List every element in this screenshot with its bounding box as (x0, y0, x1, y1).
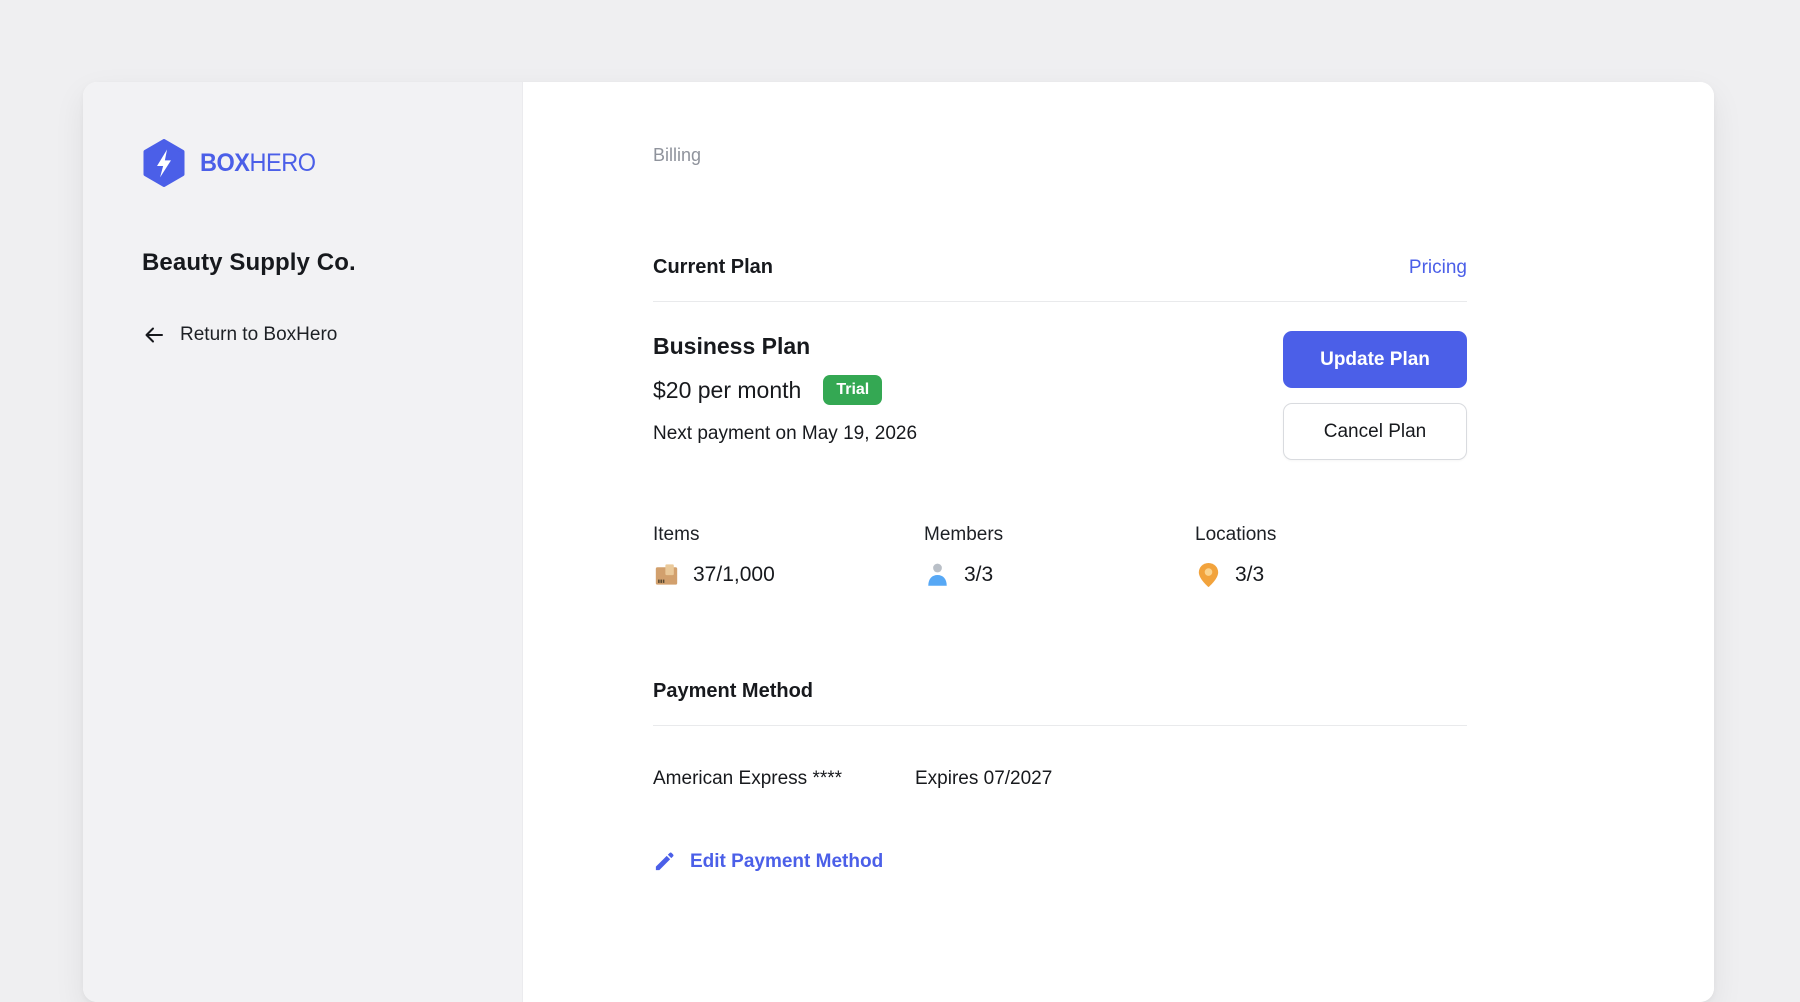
member-icon (924, 561, 951, 588)
location-pin-icon (1195, 561, 1222, 588)
update-plan-button[interactable]: Update Plan (1283, 331, 1467, 388)
current-plan-header: Current Plan Pricing (653, 256, 1467, 302)
main-panel: Billing Current Plan Pricing Business Pl… (523, 82, 1714, 1002)
plan-name: Business Plan (653, 331, 917, 361)
card-name: American Express **** (653, 768, 915, 790)
page-title: Billing (653, 145, 1467, 166)
arrow-left-icon (142, 323, 166, 347)
current-plan-title: Current Plan (653, 256, 773, 279)
card-expiry: Expires 07/2027 (915, 768, 1052, 790)
payment-card-row: American Express **** Expires 07/2027 (653, 768, 1467, 790)
next-payment-text: Next payment on May 19, 2026 (653, 421, 917, 447)
boxhero-hexagon-icon (142, 139, 186, 187)
edit-payment-method-label: Edit Payment Method (690, 851, 883, 873)
payment-method-title: Payment Method (653, 680, 813, 703)
boxhero-wordmark: BOXHERO (200, 149, 316, 178)
members-label: Members (924, 524, 1195, 546)
members-value: 3/3 (964, 563, 993, 587)
wordmark-hero: HERO (250, 149, 316, 177)
cancel-plan-button[interactable]: Cancel Plan (1283, 403, 1467, 460)
usage-locations: Locations 3/3 (1195, 524, 1466, 588)
locations-label: Locations (1195, 524, 1466, 546)
box-icon (653, 561, 680, 588)
items-value: 37/1,000 (693, 563, 775, 587)
boxhero-logo: BOXHERO (142, 139, 482, 187)
sidebar: BOXHERO Beauty Supply Co. Return to BoxH… (83, 82, 523, 1002)
locations-value: 3/3 (1235, 563, 1264, 587)
items-label: Items (653, 524, 924, 546)
pricing-link[interactable]: Pricing (1409, 257, 1467, 279)
trial-badge: Trial (823, 375, 882, 405)
return-to-boxhero-link[interactable]: Return to BoxHero (142, 323, 482, 347)
plan-row: Business Plan $20 per month Trial Next p… (653, 331, 1467, 460)
plan-buttons: Update Plan Cancel Plan (1283, 331, 1467, 460)
edit-payment-method-link[interactable]: Edit Payment Method (653, 850, 1467, 873)
plan-details: Business Plan $20 per month Trial Next p… (653, 331, 917, 460)
usage-stats: Items 37/1,000 Members (653, 524, 1467, 588)
usage-members: Members 3/3 (924, 524, 1195, 588)
usage-items: Items 37/1,000 (653, 524, 924, 588)
company-name: Beauty Supply Co. (142, 249, 482, 277)
billing-window: BOXHERO Beauty Supply Co. Return to BoxH… (83, 82, 1714, 1002)
pencil-icon (653, 850, 676, 873)
payment-method-header: Payment Method (653, 680, 1467, 726)
wordmark-box: BOX (200, 149, 250, 177)
plan-price: $20 per month (653, 375, 801, 405)
return-to-boxhero-label: Return to BoxHero (180, 324, 337, 346)
